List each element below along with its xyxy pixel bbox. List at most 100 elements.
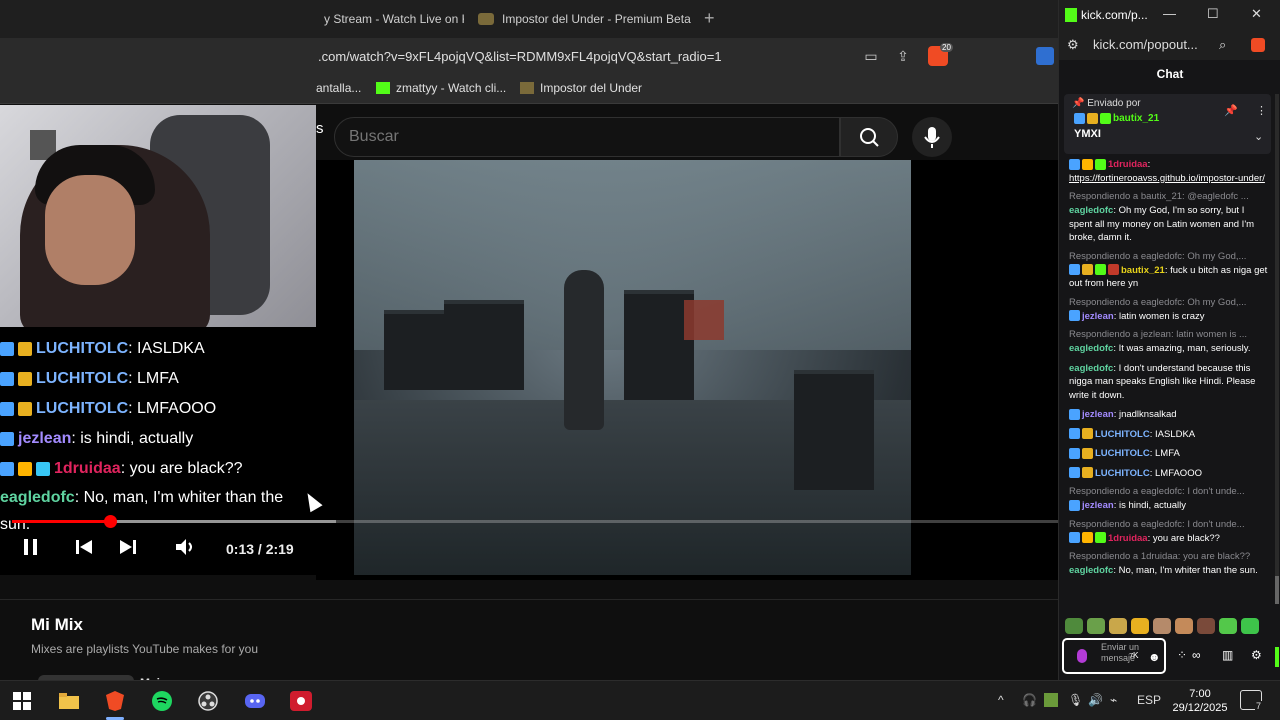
chat-text: : you are black?? (120, 460, 243, 477)
pinned-text: YMXI (1074, 128, 1101, 140)
voice-search-button[interactable] (912, 117, 952, 157)
language-indicator[interactable]: ESP (1137, 693, 1161, 707)
zoom-icon[interactable]: ⌕ (1219, 37, 1226, 53)
cast-icon[interactable]: ▭ (862, 47, 880, 65)
subscriber-badge-icon (1087, 113, 1098, 124)
network-icon[interactable]: ⌁ (1110, 693, 1117, 707)
tray-microphone-icon[interactable]: 🎙 (1068, 693, 1083, 707)
tray-overflow-chevron-icon[interactable]: ^ (998, 693, 1004, 707)
close-button[interactable]: ✕ (1251, 6, 1262, 22)
chat-message: eagledofc: Oh my God, I'm so sorry, but … (1069, 204, 1269, 245)
url-field[interactable]: .com/watch?v=9xFL4pojqVQ&list=RDMM9xFL4p… (318, 49, 722, 64)
chat-username: 1druidaa (54, 460, 121, 477)
chat-username: eagledofc (1069, 205, 1114, 216)
reply-context[interactable]: Respondiendo a eagledofc: Oh my God,... (1069, 251, 1269, 263)
chat-username: LUCHITOLC (36, 340, 129, 357)
next-button[interactable] (118, 537, 138, 562)
infinity-icon[interactable]: ∞ (1192, 648, 1201, 662)
chat-link[interactable]: https://fortinerooavss.github.io/imposto… (1069, 173, 1265, 184)
sword-badge-icon (0, 432, 14, 446)
emote-dog-icon[interactable] (1175, 618, 1193, 634)
emote-cat-icon[interactable] (1153, 618, 1171, 634)
reply-context[interactable]: Respondiendo a 1druidaa: you are black?? (1069, 551, 1269, 563)
reply-context[interactable]: Respondiendo a eagledofc: I don't unde..… (1069, 519, 1269, 531)
headset-icon[interactable]: 🎧 (1022, 693, 1037, 707)
obs-logo-icon (198, 691, 218, 711)
followers-icon[interactable]: ⁘ (1177, 648, 1187, 662)
overlay-chat-line: LUCHITOLC : LMFAOOO (0, 394, 316, 424)
sword-badge-icon (1074, 113, 1085, 124)
pause-button[interactable] (22, 537, 40, 562)
discord-logo-icon (245, 694, 265, 708)
youtube-logo-fragment[interactable]: s (316, 120, 324, 137)
settings-gear-icon[interactable]: ⚙ (1251, 648, 1262, 662)
tab-impostor-under[interactable]: Impostor del Under - Premium Beta (478, 6, 693, 32)
pinned-message[interactable]: 📌 Enviado por bautix_21 YMXI 📌 ⋮ ⌄ (1064, 94, 1271, 154)
chevron-down-icon[interactable]: ⌄ (1254, 130, 1263, 143)
sword-badge-icon (1069, 447, 1080, 459)
bookmark-item[interactable]: Impostor del Under (520, 81, 642, 95)
brave-shield-icon[interactable] (1251, 38, 1265, 52)
previous-button[interactable] (74, 537, 94, 562)
sword-badge-icon (1069, 408, 1080, 420)
emote-frog2-icon[interactable] (1087, 618, 1105, 634)
minimize-button[interactable]: — (1163, 6, 1176, 21)
emote-hand-icon[interactable] (1109, 618, 1127, 634)
discord-icon[interactable] (244, 690, 266, 712)
chat-scrollbar[interactable] (1275, 94, 1279, 604)
start-windows-icon[interactable] (11, 690, 33, 712)
emote-frog-icon[interactable] (1065, 618, 1083, 634)
new-tab-button[interactable]: + (704, 8, 715, 29)
site-settings-icon[interactable]: ⚙ (1067, 37, 1079, 53)
sub-emote-icon[interactable]: ⁷ᴷ (1129, 650, 1138, 664)
unpin-icon[interactable]: 📌 (1224, 104, 1238, 117)
microphone-icon[interactable] (1077, 649, 1087, 663)
volume-button[interactable] (174, 537, 198, 562)
performer-figure (564, 270, 604, 430)
more-options-icon[interactable]: ⋮ (1256, 104, 1267, 117)
emote-bar (1065, 618, 1275, 636)
mix-subtitle: Mixes are playlists YouTube makes for yo… (31, 642, 258, 656)
reply-context[interactable]: Respondiendo a eagledofc: I don't unde..… (1069, 486, 1269, 498)
subscriber-badge-icon (18, 342, 32, 356)
search-box[interactable] (334, 117, 840, 157)
chat-text: : latin women is crazy (1113, 310, 1205, 322)
brave-browser-icon[interactable] (104, 690, 126, 712)
emoji-icon[interactable]: ☻ (1148, 650, 1161, 664)
youtube-page: s Buscar LUCHITOLC: IASLDKA LUCHITOLC:… (0, 105, 1058, 720)
share-icon[interactable]: ⇪ (894, 47, 912, 65)
game-app-icon[interactable] (290, 690, 312, 712)
kick-url[interactable]: kick.com/popout... (1093, 37, 1198, 52)
clock[interactable]: 7:00 29/12/2025 (1172, 687, 1228, 715)
reply-context[interactable]: Respondiendo a bautix_21: @eagledofc ... (1069, 191, 1269, 203)
tray-app-icon[interactable] (1044, 693, 1058, 707)
chat-input[interactable]: Enviar un mensaje ⁷ᴷ ☻ (1062, 638, 1166, 674)
search-input[interactable] (349, 128, 819, 146)
skip-next-icon (120, 540, 136, 554)
bookmark-item[interactable]: zmattyy - Watch cli... (376, 81, 506, 95)
search-button[interactable] (840, 117, 898, 157)
store-icon[interactable]: ▥ (1222, 648, 1233, 662)
emote-face2-icon[interactable] (1197, 618, 1215, 634)
chat-username: eagledofc (1069, 565, 1114, 576)
kick-title-bar: kick.com/p... — ☐ ✕ (1059, 0, 1280, 30)
tab-kick-stream[interactable]: y Stream - Watch Live on K (324, 6, 464, 32)
reply-context[interactable]: Respondiendo a eagledofc: Oh my God,... (1069, 297, 1269, 309)
chat-scrollbar-thumb[interactable] (1275, 576, 1279, 604)
maximize-button[interactable]: ☐ (1207, 6, 1219, 22)
reply-context[interactable]: Respondiendo a jezlean: latin women is .… (1069, 329, 1269, 341)
chat-text: : No, man, I'm whiter than the sun. (1113, 565, 1258, 576)
obs-icon[interactable] (197, 690, 219, 712)
video-player[interactable] (316, 160, 1058, 580)
file-explorer-icon[interactable] (58, 690, 80, 712)
bookmark-item[interactable]: antalla... (316, 81, 361, 95)
sword-badge-icon (1069, 310, 1080, 322)
volume-tray-icon[interactable]: 🔊 (1088, 693, 1103, 707)
spotify-icon[interactable] (151, 690, 173, 712)
emote-kick-icon[interactable] (1219, 618, 1237, 634)
kick-logo-icon (376, 82, 390, 94)
emote-face-icon[interactable] (1131, 618, 1149, 634)
chat-username: LUCHITOLC (36, 370, 129, 387)
emote-pepe-icon[interactable] (1241, 618, 1259, 634)
translate-extension-icon[interactable] (1036, 47, 1054, 65)
